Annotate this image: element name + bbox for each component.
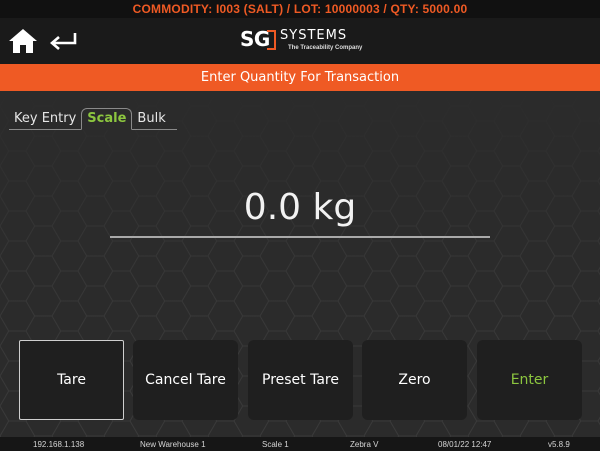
commodity-banner: COMMODITY: I003 (SALT) / LOT: 10000003 /… (0, 0, 600, 18)
zero-button[interactable]: Zero (362, 340, 467, 420)
logo-mark: SG (240, 27, 270, 51)
status-bar: 192.168.1.138 New Warehouse 1 Scale 1 Ze… (0, 437, 600, 451)
tab-key-entry[interactable]: Key Entry (9, 109, 81, 129)
home-icon[interactable] (8, 28, 38, 54)
status-datetime: 08/01/22 12:47 (438, 440, 492, 449)
status-printer: Zebra V (350, 440, 379, 449)
tare-button[interactable]: Tare (19, 340, 124, 420)
main-content: Key Entry Scale Bulk 0.0 kg Tare Cancel … (0, 91, 600, 437)
top-header: SG SYSTEMS The Traceability Company (0, 18, 600, 64)
logo-name: SYSTEMS (280, 28, 348, 43)
quantity-display: 0.0 kg (243, 187, 357, 228)
page-title: Enter Quantity For Transaction (0, 64, 600, 91)
status-scale: Scale 1 (262, 440, 289, 449)
cancel-tare-button[interactable]: Cancel Tare (133, 340, 238, 420)
logo-bracket (267, 30, 276, 50)
enter-button[interactable]: Enter (477, 340, 582, 420)
status-ip: 192.168.1.138 (33, 440, 85, 449)
quantity-underline (110, 236, 490, 238)
tab-scale[interactable]: Scale (81, 108, 133, 130)
company-logo: SG SYSTEMS The Traceability Company (240, 26, 366, 56)
preset-tare-button[interactable]: Preset Tare (248, 340, 353, 420)
status-warehouse: New Warehouse 1 (140, 440, 206, 449)
back-arrow-icon[interactable] (48, 30, 78, 52)
logo-tagline: The Traceability Company (288, 45, 363, 51)
entry-mode-tabs: Key Entry Scale Bulk (9, 107, 177, 130)
tab-bulk[interactable]: Bulk (132, 109, 170, 129)
status-version: v5.8.9 (548, 440, 570, 449)
